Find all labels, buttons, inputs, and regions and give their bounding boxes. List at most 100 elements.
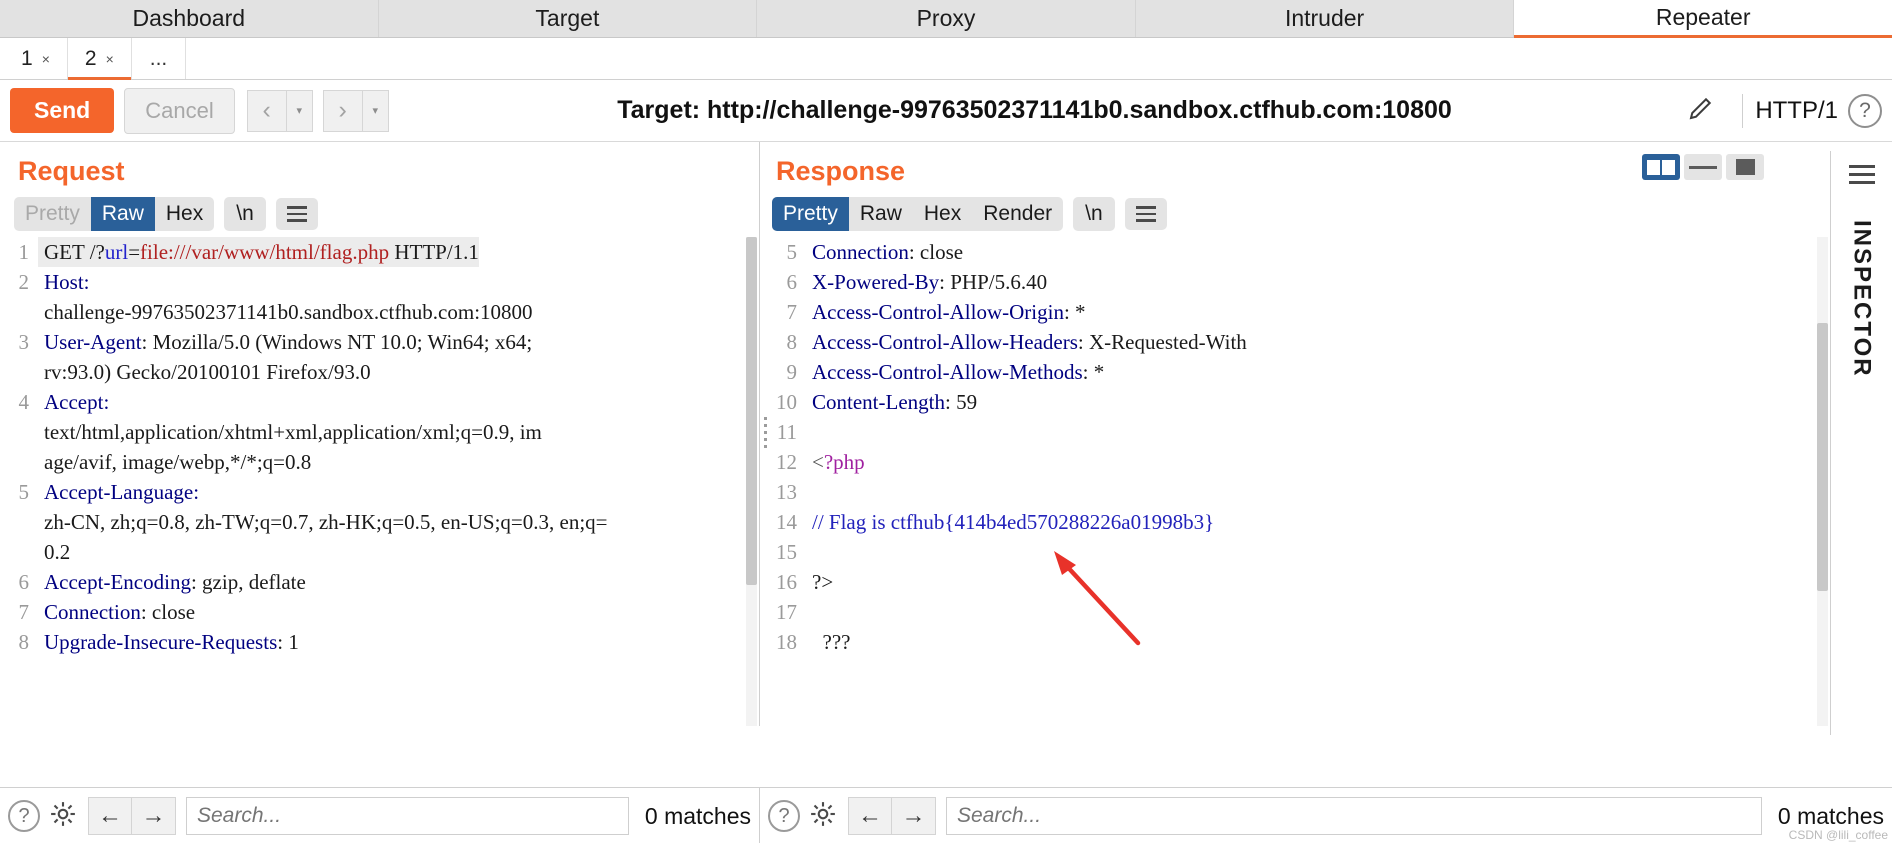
line-text: challenge-99763502371141b0.sandbox.ctfhu…	[44, 300, 533, 324]
request-format-tabs: Pretty Raw Hex \n	[0, 197, 759, 237]
main-tab-proxy[interactable]: Proxy	[757, 0, 1136, 37]
help-icon[interactable]: ?	[768, 800, 800, 832]
line-number: 7	[18, 600, 30, 624]
line-number: 8	[18, 630, 30, 654]
chevron-down-icon[interactable]: ▾	[362, 89, 389, 132]
response-tab-pretty[interactable]: Pretty	[772, 197, 849, 231]
code-line: 12 <?php	[760, 447, 1830, 477]
pencil-edit-icon[interactable]	[1686, 93, 1716, 128]
main-tab-label: Proxy	[916, 5, 976, 31]
code-line: 7 Access-Control-Allow-Origin: *	[760, 297, 1830, 327]
response-menu-icon[interactable]	[1124, 198, 1167, 230]
search-next-button[interactable]: →	[892, 797, 936, 835]
response-tab-raw[interactable]: Raw	[849, 197, 913, 231]
chevron-down-icon[interactable]: ▾	[286, 89, 313, 132]
line-number: 12	[776, 450, 797, 474]
line-text: Host:	[44, 270, 90, 294]
action-toolbar: Send Cancel ‹ ▾ › ▾ Target: http://chall…	[0, 80, 1892, 142]
line-number: 7	[786, 300, 798, 324]
line-text: Content-Length: 59	[812, 390, 978, 414]
gear-icon[interactable]	[808, 799, 838, 834]
line-text: X-Powered-By: PHP/5.6.40	[812, 270, 1048, 294]
send-button[interactable]: Send	[10, 88, 115, 133]
response-format-tabs: Pretty Raw Hex Render \n	[760, 197, 1830, 237]
code-line: 9 Access-Control-Allow-Methods: *	[760, 357, 1830, 387]
pane-drag-handle[interactable]	[764, 417, 769, 448]
bottom-bar: ? ← → 0 matches ? ← → 0 matches	[0, 787, 1892, 843]
repeater-tab-2[interactable]: 2 ×	[67, 38, 132, 80]
inspector-menu-icon[interactable]	[1848, 165, 1875, 184]
back-arrow-icon[interactable]: ‹	[246, 89, 287, 132]
code-line: 5 Connection: close	[760, 237, 1830, 267]
response-newline-toggle[interactable]: \n	[1073, 197, 1115, 231]
line-number: 10	[776, 390, 797, 414]
forward-nav-group: › ▾	[322, 89, 389, 132]
response-scrollbar-thumb[interactable]	[1817, 323, 1828, 591]
code-line: 6 X-Powered-By: PHP/5.6.40	[760, 267, 1830, 297]
line-text: 0.2	[44, 540, 71, 564]
line-text: Accept-Language:	[44, 480, 200, 504]
line-text: GET /?url=file:///var/www/html/flag.php …	[38, 237, 479, 267]
response-search-input[interactable]	[946, 797, 1762, 835]
main-tab-bar: Dashboard Target Proxy Intruder Repeater	[0, 0, 1892, 38]
code-line: text/html,application/xhtml+xml,applicat…	[0, 417, 759, 447]
line-text: text/html,application/xhtml+xml,applicat…	[44, 420, 542, 444]
forward-arrow-icon[interactable]: ›	[322, 89, 363, 132]
line-text: ?>	[812, 570, 834, 594]
line-text: Access-Control-Allow-Headers: X-Requeste…	[812, 330, 1247, 354]
request-format-group: Pretty Raw Hex	[14, 197, 215, 231]
help-icon[interactable]: ?	[8, 800, 40, 832]
response-match-count: 0 matches	[1777, 802, 1884, 829]
search-next-button[interactable]: →	[132, 797, 176, 835]
line-text: <?php	[812, 450, 865, 474]
request-search-input[interactable]	[186, 797, 629, 835]
request-newline-toggle[interactable]: \n	[224, 197, 266, 231]
view-mode-stacked-icon[interactable]	[1684, 154, 1722, 180]
response-tab-render[interactable]: Render	[972, 197, 1063, 231]
close-icon[interactable]: ×	[42, 51, 50, 67]
inspector-label[interactable]: INSPECTOR	[1848, 220, 1876, 378]
code-line: challenge-99763502371141b0.sandbox.ctfhu…	[0, 297, 759, 327]
main-tab-intruder[interactable]: Intruder	[1135, 0, 1515, 37]
main-tab-target[interactable]: Target	[378, 0, 758, 37]
gear-icon[interactable]	[48, 799, 78, 834]
watermark: CSDN @lili_coffee	[1788, 828, 1888, 842]
request-editor[interactable]: 1 GET /?url=file:///var/www/html/flag.php…	[0, 237, 759, 726]
request-tab-pretty[interactable]: Pretty	[14, 197, 91, 231]
repeater-tab-overflow[interactable]: ...	[132, 38, 187, 79]
repeater-tab-1[interactable]: 1 ×	[4, 38, 68, 79]
line-number: 5	[18, 480, 30, 504]
line-number: 2	[18, 270, 30, 294]
response-view-mode-group	[1642, 154, 1764, 180]
code-line: 8 Upgrade-Insecure-Requests: 1	[0, 627, 759, 657]
request-menu-icon[interactable]	[275, 198, 318, 230]
line-text: rv:93.0) Gecko/20100101 Firefox/93.0	[44, 360, 371, 384]
response-format-group: Pretty Raw Hex Render	[772, 197, 1064, 231]
request-tab-hex[interactable]: Hex	[155, 197, 214, 231]
code-line: 6 Accept-Encoding: gzip, deflate	[0, 567, 759, 597]
main-tab-repeater[interactable]: Repeater	[1514, 0, 1892, 38]
main-tab-dashboard[interactable]: Dashboard	[0, 0, 379, 37]
line-text: ???	[812, 630, 851, 654]
help-icon[interactable]: ?	[1848, 93, 1882, 128]
line-text: zh-CN, zh;q=0.8, zh-TW;q=0.7, zh-HK;q=0.…	[44, 510, 608, 534]
view-mode-single-icon[interactable]	[1726, 154, 1764, 180]
search-prev-button[interactable]: ←	[848, 797, 892, 835]
http-version-label[interactable]: HTTP/1	[1755, 97, 1848, 125]
code-line: 16 ?>	[760, 567, 1830, 597]
request-scrollbar-thumb[interactable]	[746, 237, 757, 585]
request-title: Request	[18, 156, 125, 186]
code-line: zh-CN, zh;q=0.8, zh-TW;q=0.7, zh-HK;q=0.…	[0, 507, 759, 537]
close-icon[interactable]: ×	[106, 51, 114, 67]
code-line: 8 Access-Control-Allow-Headers: X-Request…	[760, 327, 1830, 357]
view-mode-split-icon[interactable]	[1642, 154, 1680, 180]
cancel-button[interactable]: Cancel	[124, 87, 235, 134]
response-tab-hex[interactable]: Hex	[913, 197, 972, 231]
repeater-tab-label: 2	[84, 46, 97, 70]
request-tab-raw[interactable]: Raw	[90, 197, 155, 231]
line-number: 3	[18, 330, 30, 354]
line-text: Connection: close	[812, 240, 964, 264]
search-prev-button[interactable]: ←	[88, 797, 132, 835]
response-editor[interactable]: 5 Connection: close 6 X-Powered-By: PHP/5.6…	[760, 237, 1830, 726]
code-line: 17	[760, 597, 1830, 627]
